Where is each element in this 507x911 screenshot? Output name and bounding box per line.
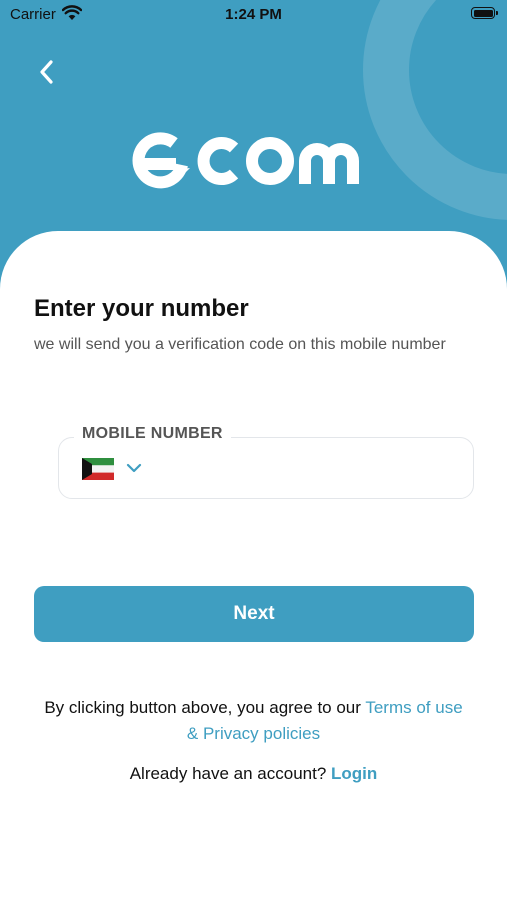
page-title: Enter your number — [34, 295, 249, 322]
mobile-number-input[interactable] — [156, 450, 460, 488]
privacy-policies-link[interactable]: & Privacy policies — [187, 724, 320, 743]
ecom-logo — [132, 132, 359, 189]
login-row: Already have an account? Login — [0, 764, 507, 784]
status-bar: Carrier 1:24 PM — [0, 0, 507, 28]
terms-agreement: By clicking button above, you agree to o… — [20, 695, 487, 747]
login-link[interactable]: Login — [331, 764, 377, 783]
chevron-down-icon — [126, 463, 142, 473]
country-code-selector[interactable] — [80, 453, 150, 485]
kuwait-flag-icon — [82, 458, 114, 480]
back-button[interactable] — [30, 54, 66, 90]
terms-of-use-link[interactable]: Terms of use — [365, 698, 462, 717]
agreement-text: By clicking button above, you agree to o… — [44, 698, 361, 717]
mobile-number-label: MOBILE NUMBER — [74, 425, 231, 443]
battery-icon — [471, 7, 498, 19]
login-prompt: Already have an account? — [129, 764, 327, 783]
page-subtitle: we will send you a verification code on … — [34, 336, 446, 353]
decorative-ring — [363, 0, 507, 220]
status-time: 1:24 PM — [225, 6, 282, 23]
next-button[interactable]: Next — [34, 586, 474, 642]
chevron-left-icon — [40, 60, 53, 84]
content-sheet — [0, 231, 507, 911]
